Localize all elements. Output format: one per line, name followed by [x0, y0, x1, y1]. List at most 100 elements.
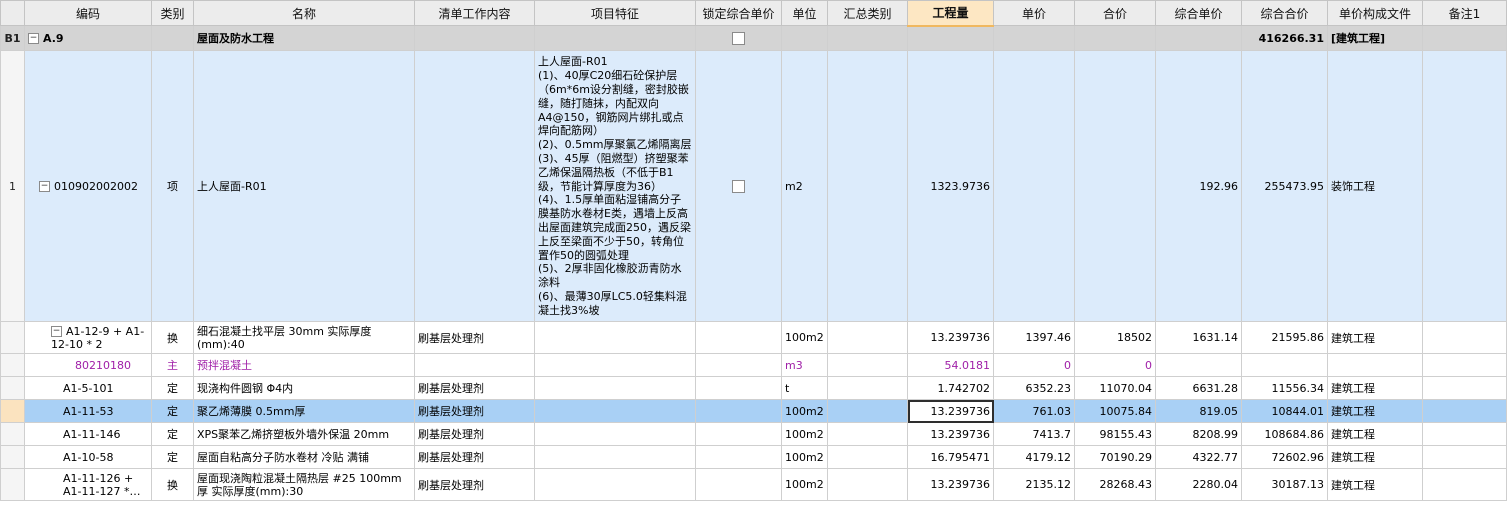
- minus-square-icon[interactable]: −: [28, 33, 39, 44]
- sub-comp-price[interactable]: 2280.04: [1155, 468, 1242, 501]
- item-quantity[interactable]: 1323.9736: [907, 50, 994, 322]
- sub-name[interactable]: 屋面自粘高分子防水卷材 冷贴 满铺: [193, 445, 415, 469]
- sub-work[interactable]: 刷基层处理剂: [414, 321, 535, 354]
- sub-comp-total[interactable]: 30187.13: [1241, 468, 1328, 501]
- table-row[interactable]: A1-11-126 + A1-11-127 *… 换 屋面现浇陶粒混凝土隔热层 …: [0, 468, 1507, 501]
- sub-name[interactable]: 现浇构件圆钢 Φ4内: [193, 376, 415, 400]
- header-features[interactable]: 项目特征: [534, 0, 696, 26]
- item-comp-total[interactable]: 255473.95: [1241, 50, 1328, 322]
- sub-code[interactable]: A1-10-58: [24, 445, 152, 469]
- sub-comp-total[interactable]: 10844.01: [1241, 399, 1328, 423]
- sub-type[interactable]: 定: [151, 376, 194, 400]
- sub-price[interactable]: 6352.23: [993, 376, 1075, 400]
- sub-comp-price[interactable]: 6631.28: [1155, 376, 1242, 400]
- sub-name[interactable]: 屋面现浇陶粒混凝土隔热层 #25 100mm厚 实际厚度(mm):30: [193, 468, 415, 501]
- sub-quantity[interactable]: 1.742702: [907, 376, 994, 400]
- sub-file[interactable]: 建筑工程: [1327, 399, 1423, 423]
- sub-work[interactable]: 刷基层处理剂: [414, 376, 535, 400]
- header-price-file[interactable]: 单价构成文件: [1327, 0, 1423, 26]
- sub-name[interactable]: 细石混凝土找平层 30mm 实际厚度(mm):40: [193, 321, 415, 354]
- sub-file[interactable]: 建筑工程: [1327, 468, 1423, 501]
- sub-file[interactable]: 建筑工程: [1327, 445, 1423, 469]
- header-type[interactable]: 类别: [151, 0, 194, 26]
- sub-quantity[interactable]: 16.795471: [907, 445, 994, 469]
- header-total-price[interactable]: 合价: [1074, 0, 1156, 26]
- checkbox-icon[interactable]: [732, 31, 745, 45]
- item-lock-cell[interactable]: [695, 50, 782, 322]
- sub-total[interactable]: 18502: [1074, 321, 1156, 354]
- sub-code[interactable]: A1-11-53: [24, 399, 152, 423]
- sub-unit[interactable]: m3: [781, 353, 828, 377]
- header-remark1[interactable]: 备注1: [1422, 0, 1507, 26]
- sub-work[interactable]: 刷基层处理剂: [414, 445, 535, 469]
- sub-quantity-focused[interactable]: 13.239736: [907, 399, 994, 423]
- table-row[interactable]: 80210180 主 预拌混凝土 m3 54.0181 0 0: [0, 353, 1507, 377]
- sub-name[interactable]: XPS聚苯乙烯挤塑板外墙外保温 20mm: [193, 422, 415, 446]
- sub-file[interactable]: [1327, 353, 1423, 377]
- item-features[interactable]: 上人屋面-R01 (1)、40厚C20细石砼保护层（6m*6m设分割缝，密封胶嵌…: [534, 50, 696, 322]
- sub-comp-total[interactable]: 72602.96: [1241, 445, 1328, 469]
- table-row[interactable]: A1-10-58 定 屋面自粘高分子防水卷材 冷贴 满铺 刷基层处理剂 100m…: [0, 445, 1507, 469]
- sub-unit[interactable]: 100m2: [781, 399, 828, 423]
- sub-total[interactable]: 98155.43: [1074, 422, 1156, 446]
- sub-type[interactable]: 换: [151, 321, 194, 354]
- header-quantity[interactable]: 工程量: [907, 0, 994, 27]
- header-summary-type[interactable]: 汇总类别: [827, 0, 908, 26]
- sub-quantity[interactable]: 13.239736: [907, 422, 994, 446]
- item-row[interactable]: 1 −010902002002 项 上人屋面-R01 上人屋面-R01 (1)、…: [0, 50, 1507, 322]
- item-code-cell[interactable]: −010902002002: [24, 50, 152, 322]
- sub-total[interactable]: 28268.43: [1074, 468, 1156, 501]
- sub-total[interactable]: 11070.04: [1074, 376, 1156, 400]
- sub-code[interactable]: A1-11-146: [24, 422, 152, 446]
- sub-price[interactable]: 2135.12: [993, 468, 1075, 501]
- sub-comp-price[interactable]: 8208.99: [1155, 422, 1242, 446]
- sub-work[interactable]: [414, 353, 535, 377]
- sub-work[interactable]: 刷基层处理剂: [414, 468, 535, 501]
- sub-comp-price[interactable]: 1631.14: [1155, 321, 1242, 354]
- item-name[interactable]: 上人屋面-R01: [193, 50, 415, 322]
- sub-unit[interactable]: 100m2: [781, 468, 828, 501]
- minus-square-icon[interactable]: −: [39, 181, 50, 192]
- sub-file[interactable]: 建筑工程: [1327, 376, 1423, 400]
- header-comp-total-price[interactable]: 综合合价: [1241, 0, 1328, 26]
- item-type[interactable]: 项: [151, 50, 194, 322]
- sub-unit[interactable]: 100m2: [781, 445, 828, 469]
- sub-code[interactable]: 80210180: [24, 353, 152, 377]
- section-file[interactable]: [建筑工程]: [1327, 25, 1423, 51]
- sub-file[interactable]: 建筑工程: [1327, 321, 1423, 354]
- table-row-selected[interactable]: A1-11-53 定 聚乙烯薄膜 0.5mm厚 刷基层处理剂 100m2 13.…: [0, 399, 1507, 423]
- sub-comp-total[interactable]: 21595.86: [1241, 321, 1328, 354]
- header-work[interactable]: 清单工作内容: [414, 0, 535, 26]
- sub-type[interactable]: 定: [151, 445, 194, 469]
- sub-price[interactable]: 1397.46: [993, 321, 1075, 354]
- sub-type[interactable]: 定: [151, 399, 194, 423]
- sub-comp-total[interactable]: 11556.34: [1241, 376, 1328, 400]
- header-code[interactable]: 编码: [24, 0, 152, 26]
- sub-code[interactable]: A1-11-126 + A1-11-127 *…: [24, 468, 152, 501]
- item-comp-price[interactable]: 192.96: [1155, 50, 1242, 322]
- minus-square-icon[interactable]: −: [51, 326, 62, 337]
- sub-code[interactable]: A1-5-101: [24, 376, 152, 400]
- sub-unit[interactable]: 100m2: [781, 321, 828, 354]
- sub-file[interactable]: 建筑工程: [1327, 422, 1423, 446]
- header-name[interactable]: 名称: [193, 0, 415, 26]
- section-code-cell[interactable]: − A.9: [24, 25, 152, 51]
- sub-name[interactable]: 聚乙烯薄膜 0.5mm厚: [193, 399, 415, 423]
- header-comp-unit-price[interactable]: 综合单价: [1155, 0, 1242, 26]
- sub-price[interactable]: 7413.7: [993, 422, 1075, 446]
- sub-unit[interactable]: t: [781, 376, 828, 400]
- sub-unit[interactable]: 100m2: [781, 422, 828, 446]
- sub-comp-price[interactable]: [1155, 353, 1242, 377]
- sub-code-cell[interactable]: − A1-12-9 + A1-12-10 * 2: [24, 321, 152, 354]
- sub-total[interactable]: 10075.84: [1074, 399, 1156, 423]
- sub-price[interactable]: 0: [993, 353, 1075, 377]
- section-name[interactable]: 屋面及防水工程: [193, 25, 415, 51]
- header-unit-price[interactable]: 单价: [993, 0, 1075, 26]
- sub-comp-total[interactable]: [1241, 353, 1328, 377]
- section-row[interactable]: B1 − A.9 屋面及防水工程 416266.31 [建筑工程]: [0, 25, 1507, 51]
- checkbox-icon[interactable]: [732, 179, 745, 193]
- table-row[interactable]: A1-11-146 定 XPS聚苯乙烯挤塑板外墙外保温 20mm 刷基层处理剂 …: [0, 422, 1507, 446]
- sub-total[interactable]: 70190.29: [1074, 445, 1156, 469]
- item-file[interactable]: 装饰工程: [1327, 50, 1423, 322]
- sub-work[interactable]: 刷基层处理剂: [414, 422, 535, 446]
